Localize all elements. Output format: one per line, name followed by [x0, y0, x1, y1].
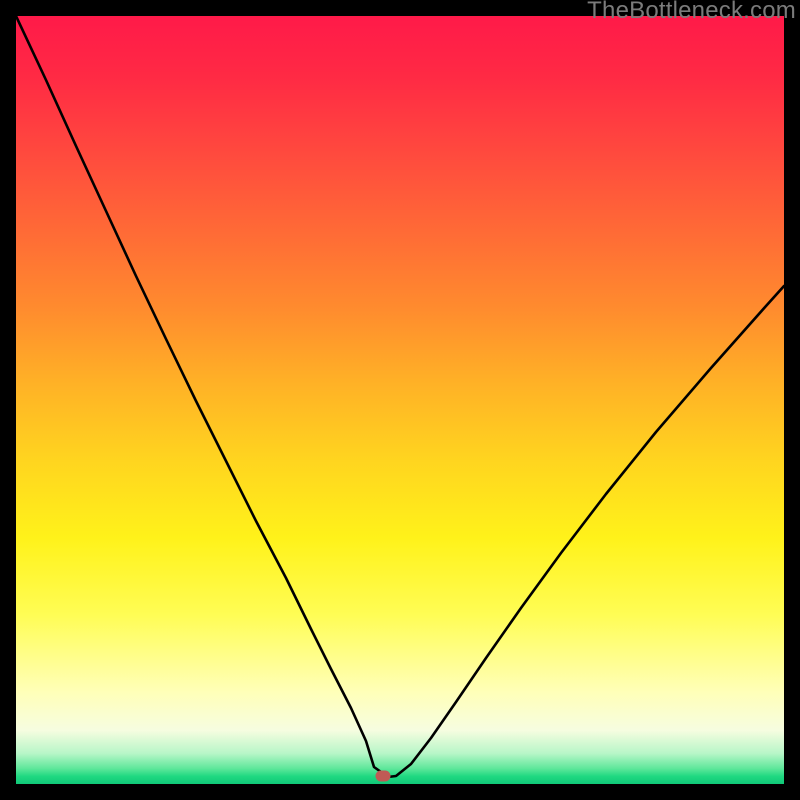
- plot-area: [16, 16, 784, 784]
- chart-frame: TheBottleneck.com: [0, 0, 800, 800]
- bottleneck-marker: [376, 771, 391, 782]
- bottleneck-curve: [16, 16, 784, 777]
- curve-svg: [16, 16, 784, 784]
- watermark-text: TheBottleneck.com: [587, 0, 796, 25]
